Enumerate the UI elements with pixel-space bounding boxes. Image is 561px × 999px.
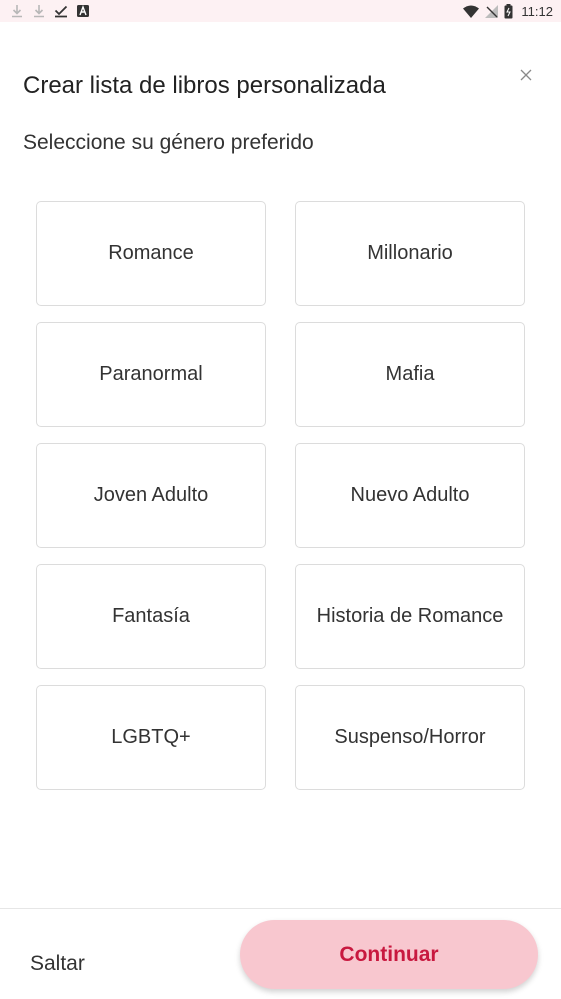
genre-option-lgbtq[interactable]: LGBTQ+ <box>36 685 266 790</box>
status-time: 11:12 <box>521 3 553 19</box>
genre-option-romance[interactable]: Romance <box>36 201 266 306</box>
status-bar: 11:12 <box>0 0 561 22</box>
genre-option-mafia[interactable]: Mafia <box>295 322 525 427</box>
close-icon <box>520 69 532 81</box>
notification-icons <box>10 4 90 18</box>
genre-option-suspenso-horror[interactable]: Suspenso/Horror <box>295 685 525 790</box>
close-button[interactable] <box>515 64 537 86</box>
no-signal-icon <box>485 4 499 18</box>
page-title: Crear lista de libros personalizada <box>23 72 386 99</box>
genre-grid: Romance Millonario Paranormal Mafia Jove… <box>36 201 525 790</box>
download-icon <box>10 4 24 18</box>
footer-divider <box>0 908 561 909</box>
genre-option-paranormal[interactable]: Paranormal <box>36 322 266 427</box>
battery-icon <box>504 3 513 18</box>
genre-option-fantasia[interactable]: Fantasía <box>36 564 266 669</box>
genre-option-nuevo-adulto[interactable]: Nuevo Adulto <box>295 443 525 548</box>
wifi-icon <box>463 5 480 18</box>
genre-option-joven-adulto[interactable]: Joven Adulto <box>36 443 266 548</box>
continue-button[interactable]: Continuar <box>240 920 538 989</box>
app-a-icon <box>76 4 90 18</box>
system-icons: 11:12 <box>463 3 553 19</box>
skip-button[interactable]: Saltar <box>30 952 85 976</box>
check-icon <box>54 4 68 18</box>
download-icon <box>32 4 46 18</box>
page-subtitle: Seleccione su género preferido <box>23 131 314 154</box>
genre-option-millonario[interactable]: Millonario <box>295 201 525 306</box>
genre-option-historia-de-romance[interactable]: Historia de Romance <box>295 564 525 669</box>
